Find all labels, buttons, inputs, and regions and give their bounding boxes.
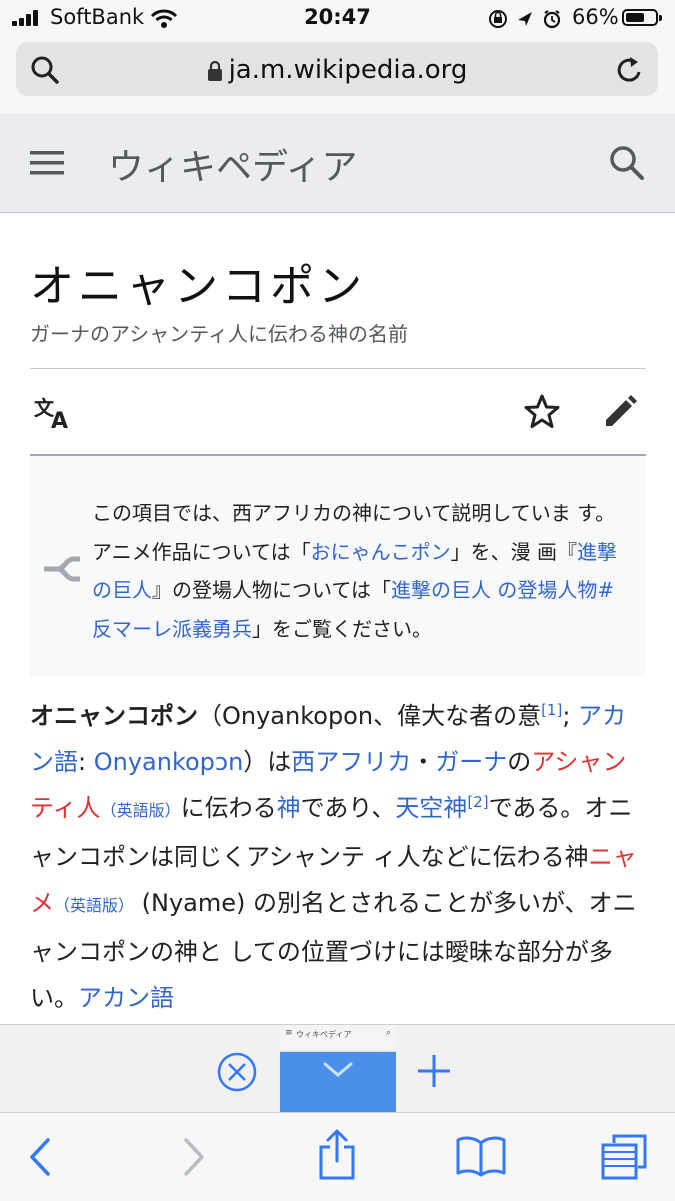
browser-address-area: ja.m.wikipedia.org <box>0 36 675 114</box>
tab-preview: ≡ ウィキペディア ⌕ <box>280 1025 396 1052</box>
page-description: ガーナのアシャンティ人に伝わる神の名前 <box>30 322 408 346</box>
lead-text-6: の <box>507 748 532 776</box>
wiki-header: ウィキペディア <box>0 114 675 213</box>
share-icon[interactable] <box>318 1129 356 1181</box>
plus-icon[interactable] <box>416 1053 452 1089</box>
chevron-down-icon[interactable] <box>322 1059 354 1079</box>
battery-percent: 66% <box>572 5 619 29</box>
lead-text-1: （Onyankopon、偉大な者の意 <box>198 702 542 730</box>
link-sky-god[interactable]: 天空神 <box>395 794 467 822</box>
pencil-icon[interactable] <box>602 392 640 430</box>
preview-menu-icon: ≡ <box>285 1028 293 1038</box>
browser-toolbar <box>0 1112 675 1201</box>
lead-text-3: : <box>78 748 94 776</box>
divider <box>30 368 646 369</box>
forward-icon[interactable] <box>182 1137 206 1177</box>
svg-text:A: A <box>51 409 68 430</box>
lead-text-2: ; <box>562 702 579 730</box>
hatnote-text-2: 」を、漫 画『 <box>450 539 577 564</box>
hatnote-text: この項目では、西アフリカの神について説明していま す。アニメ作品については「おに… <box>92 494 632 648</box>
link-english-version[interactable]: （英語版） <box>54 896 134 915</box>
link-god[interactable]: 神 <box>277 794 301 822</box>
menu-icon[interactable] <box>30 150 64 176</box>
preview-search-icon: ⌕ <box>385 1028 391 1038</box>
ref-2[interactable]: [2] <box>467 793 488 811</box>
link-onyanko-pon[interactable]: おにゃんこポン <box>311 540 451 564</box>
page-title: オニャンコポン <box>30 261 366 312</box>
lock-icon <box>207 60 222 81</box>
hatnote-text-4: 」をご覧ください。 <box>252 616 432 641</box>
link-english-version[interactable]: （英語版） <box>101 801 181 820</box>
language-icon[interactable]: 文 A <box>34 396 74 430</box>
preview-title: ウィキペディア <box>296 1030 352 1039</box>
address-bar[interactable]: ja.m.wikipedia.org <box>16 42 658 96</box>
star-icon[interactable] <box>522 392 562 432</box>
url-display[interactable]: ja.m.wikipedia.org <box>16 55 658 85</box>
hatnote: この項目では、西アフリカの神について説明していま す。アニメ作品については「おに… <box>30 456 646 676</box>
tabs-icon[interactable] <box>600 1133 648 1181</box>
wiki-search-icon[interactable] <box>608 144 646 182</box>
link-ghana[interactable]: ガーナ <box>435 748 507 776</box>
battery-icon <box>622 9 662 26</box>
close-tab-icon[interactable] <box>216 1051 258 1093</box>
hatnote-text-3: 』の登場人物については「 <box>152 578 391 602</box>
lead-text-5: ・ <box>411 748 436 776</box>
lead-paragraph: オニャンコポン（Onyankopon、偉大な者の意[1]; アカン語: Onya… <box>30 693 642 1021</box>
back-icon[interactable] <box>28 1137 52 1177</box>
reload-icon[interactable] <box>616 55 644 85</box>
status-bar: SoftBank 20:47 66% <box>0 0 675 36</box>
status-indicators <box>489 10 561 29</box>
orientation-lock-icon <box>489 10 507 28</box>
link-akan[interactable]: アカン語 <box>78 984 174 1012</box>
disambiguation-icon <box>44 556 80 582</box>
link-west-africa[interactable]: 西アフリカ <box>291 748 411 776</box>
alarm-icon <box>543 10 561 29</box>
link-onyankopon-akan[interactable]: Onyankopɔn <box>94 748 244 776</box>
url-text: ja.m.wikipedia.org <box>228 55 468 85</box>
bookmarks-icon[interactable] <box>456 1135 506 1177</box>
lead-text-4: ）は <box>243 748 292 776</box>
tab-thumbnail[interactable]: ≡ ウィキペディア ⌕ <box>280 1025 396 1113</box>
ref-1[interactable]: [1] <box>541 701 562 719</box>
lead-text-8: であり、 <box>300 794 396 822</box>
lead-text-7: に伝わる <box>180 794 277 822</box>
wiki-logo[interactable]: ウィキペディア <box>108 138 357 190</box>
bold-term: オニャンコポン <box>30 702 198 730</box>
tab-bar: ≡ ウィキペディア ⌕ <box>0 1024 675 1113</box>
location-icon <box>518 12 532 26</box>
